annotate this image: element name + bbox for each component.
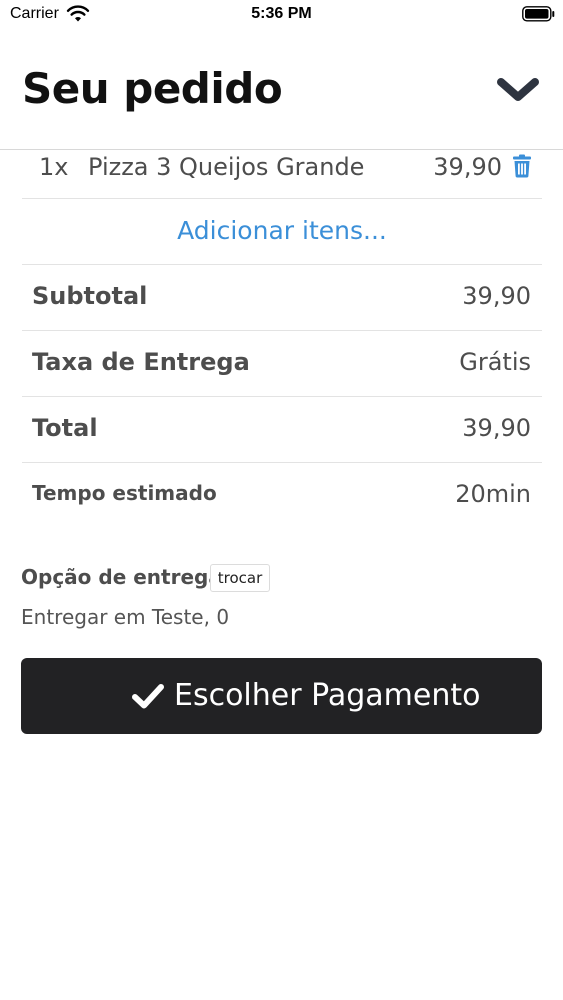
page-title: Seu pedido: [22, 64, 283, 113]
status-bar: Carrier 5:36 PM: [0, 0, 563, 30]
estimated-time-value: 20min: [455, 480, 531, 508]
delivery-address: Entregar em Teste, 0: [21, 605, 230, 629]
item-price: 39,90: [433, 153, 502, 181]
delivery-option-label: Opção de entrega: [21, 565, 222, 589]
delivery-fee-row: Taxa de Entrega Grátis: [22, 331, 542, 397]
subtotal-label: Subtotal: [32, 282, 148, 310]
check-icon: [132, 684, 164, 709]
total-row: Total 39,90: [22, 397, 542, 463]
subtotal-row: Subtotal 39,90: [22, 265, 542, 331]
delivery-fee-label: Taxa de Entrega: [32, 348, 250, 376]
trash-icon: [513, 154, 531, 178]
subtotal-value: 39,90: [462, 282, 531, 310]
delivery-fee-value: Grátis: [459, 348, 531, 376]
item-name: Pizza 3 Queijos Grande: [88, 153, 365, 181]
delete-item-button[interactable]: [512, 154, 532, 178]
battery-icon: [522, 6, 555, 22]
add-items-link[interactable]: Adicionar itens...: [22, 216, 542, 245]
estimated-time-label: Tempo estimado: [32, 481, 217, 505]
chevron-down-icon: [497, 78, 539, 101]
header: Seu pedido: [0, 30, 563, 150]
order-item-row: 1x Pizza 3 Queijos Grande 39,90: [22, 150, 542, 199]
item-quantity: 1x: [39, 153, 69, 181]
choose-payment-label: Escolher Pagamento: [174, 678, 481, 713]
choose-payment-button[interactable]: Escolher Pagamento: [21, 658, 542, 734]
collapse-button[interactable]: [492, 70, 544, 110]
total-label: Total: [32, 414, 98, 442]
change-delivery-button[interactable]: trocar: [210, 564, 270, 592]
add-items-row: Adicionar itens...: [22, 199, 542, 265]
status-time: 5:36 PM: [251, 5, 312, 22]
estimated-time-row: Tempo estimado 20min: [22, 463, 542, 529]
total-value: 39,90: [462, 414, 531, 442]
